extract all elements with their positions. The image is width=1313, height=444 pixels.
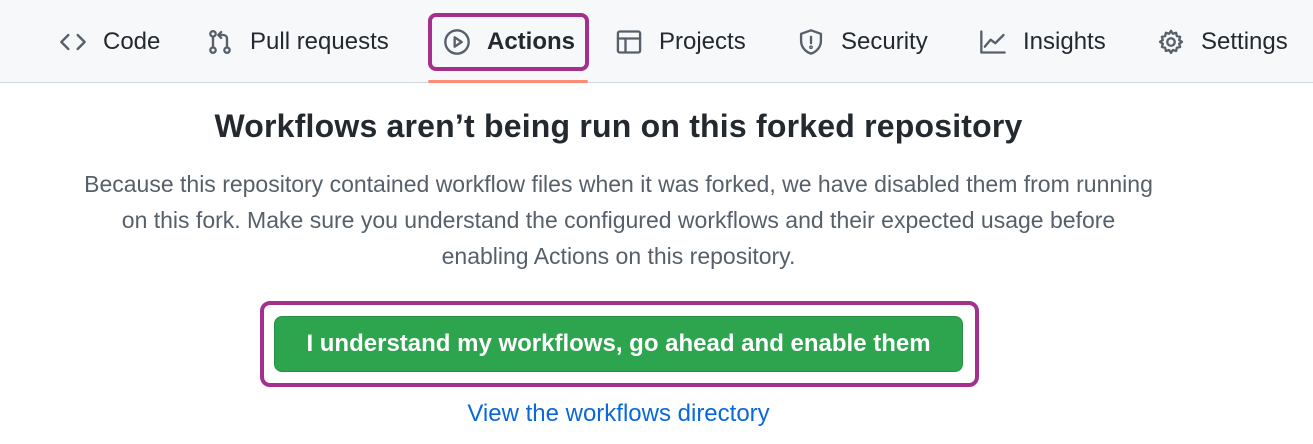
code-icon bbox=[58, 27, 88, 57]
tab-insights-label: Insights bbox=[1023, 27, 1106, 55]
tab-projects[interactable]: Projects bbox=[614, 0, 746, 83]
description-line-2: on this fork. Make sure you understand t… bbox=[121, 207, 1116, 233]
active-tab-underline bbox=[428, 80, 588, 83]
shield-icon bbox=[796, 27, 826, 57]
table-icon bbox=[614, 27, 644, 57]
page-title: Workflows aren’t being run on this forke… bbox=[214, 108, 1023, 144]
tab-security[interactable]: Security bbox=[796, 0, 928, 83]
tab-code[interactable]: Code bbox=[58, 0, 160, 83]
graph-icon bbox=[978, 27, 1008, 57]
tab-actions-label: Actions bbox=[487, 27, 576, 55]
description: Because this repository contained workfl… bbox=[20, 166, 1217, 274]
tab-projects-label: Projects bbox=[659, 27, 746, 55]
gear-icon bbox=[1156, 27, 1186, 57]
tab-pull-requests[interactable]: Pull requests bbox=[205, 0, 389, 83]
tab-settings[interactable]: Settings bbox=[1156, 0, 1288, 83]
play-icon bbox=[442, 27, 472, 57]
description-line-1: Because this repository contained workfl… bbox=[84, 171, 1153, 197]
description-line-3: enabling Actions on this repository. bbox=[441, 243, 796, 269]
tab-settings-label: Settings bbox=[1201, 27, 1288, 55]
tab-pull-requests-label: Pull requests bbox=[250, 27, 389, 55]
tab-insights[interactable]: Insights bbox=[978, 0, 1106, 83]
tab-actions[interactable]: Actions bbox=[442, 0, 575, 83]
workflows-directory-link[interactable]: View the workflows directory bbox=[0, 400, 1237, 428]
repo-nav-bar: Code Pull requests Actions Projects Secu… bbox=[0, 0, 1313, 83]
tab-security-label: Security bbox=[841, 27, 928, 55]
tab-code-label: Code bbox=[103, 27, 161, 55]
pull-request-icon bbox=[205, 27, 235, 57]
enable-workflows-button[interactable]: I understand my workflows, go ahead and … bbox=[274, 316, 963, 372]
